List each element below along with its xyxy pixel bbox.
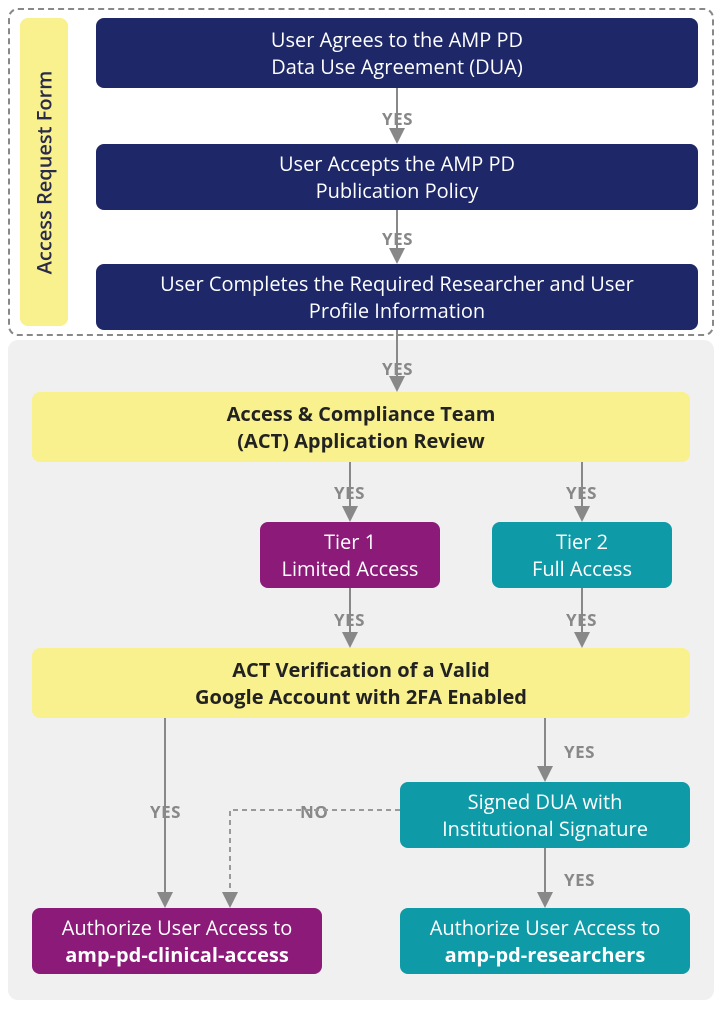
edge-label-yes: YES [382, 357, 413, 380]
authorize-researchers: Authorize User Access to amp-pd-research… [400, 908, 690, 974]
text-line: User Accepts the AMP PD [279, 150, 515, 177]
text-line: User Agrees to the AMP PD [271, 26, 523, 53]
text-line: Access & Compliance Team [227, 400, 496, 427]
text-line: Publication Policy [316, 177, 479, 204]
text-line: Institutional Signature [442, 815, 648, 842]
text-line: Signed DUA with [468, 788, 623, 815]
text-line: Limited Access [282, 555, 419, 582]
edge-label-no: NO [300, 800, 328, 823]
text-line: amp-pd-clinical-access [65, 941, 289, 968]
text-line: ACT Verification of a Valid [232, 656, 490, 683]
act-2fa-verification: ACT Verification of a Valid Google Accou… [32, 648, 690, 718]
authorize-clinical-access: Authorize User Access to amp-pd-clinical… [32, 908, 322, 974]
text-line: Data Use Agreement (DUA) [271, 53, 523, 80]
text-line: Google Account with 2FA Enabled [195, 683, 527, 710]
text-line: Profile Information [309, 297, 485, 324]
text-line: Full Access [532, 555, 632, 582]
edge-label-yes: YES [382, 227, 413, 250]
text-line: Authorize User Access to [430, 914, 661, 941]
edge-label-yes: YES [564, 740, 595, 763]
text-line: Tier 2 [556, 528, 608, 555]
text-line: Tier 1 [324, 528, 376, 555]
edge-label-yes: YES [566, 481, 597, 504]
side-label-text: Access Request Form [31, 70, 58, 274]
act-application-review: Access & Compliance Team (ACT) Applicati… [32, 392, 690, 462]
text-line: User Completes the Required Researcher a… [160, 270, 634, 297]
step-publication-policy: User Accepts the AMP PD Publication Poli… [96, 144, 698, 210]
edge-label-yes: YES [566, 608, 597, 631]
text-line: Authorize User Access to [62, 914, 293, 941]
step-profile-info: User Completes the Required Researcher a… [96, 264, 698, 330]
tier1-limited-access: Tier 1 Limited Access [260, 522, 440, 588]
edge-label-yes: YES [334, 481, 365, 504]
signed-dua-institutional: Signed DUA with Institutional Signature [400, 782, 690, 848]
text-line: (ACT) Application Review [237, 427, 485, 454]
access-request-form-label: Access Request Form [20, 18, 68, 326]
step-dua-agree: User Agrees to the AMP PD Data Use Agree… [96, 18, 698, 88]
edge-label-yes: YES [382, 107, 413, 130]
tier2-full-access: Tier 2 Full Access [492, 522, 672, 588]
text-line: amp-pd-researchers [445, 941, 646, 968]
edge-label-yes: YES [150, 800, 181, 823]
edge-label-yes: YES [334, 608, 365, 631]
edge-label-yes: YES [564, 868, 595, 891]
